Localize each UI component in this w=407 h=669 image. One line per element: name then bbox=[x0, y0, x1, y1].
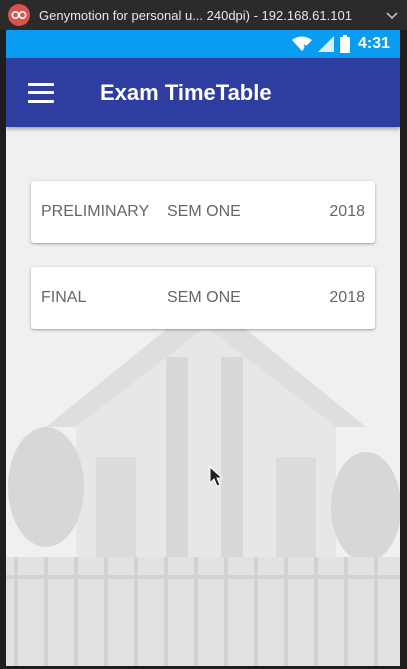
exam-semester: SEM ONE bbox=[167, 289, 241, 306]
chevron-down-icon[interactable] bbox=[383, 8, 401, 23]
exam-card-preliminary[interactable]: PRELIMINARY SEM ONE 2018 bbox=[31, 181, 375, 243]
exam-card-final[interactable]: FINAL SEM ONE 2018 bbox=[31, 267, 375, 329]
status-bar: 4:31 bbox=[6, 30, 400, 58]
status-time: 4:31 bbox=[357, 35, 390, 52]
device-screen: 4:31 Exam TimeTable PRELIMINARY SEM ONE … bbox=[6, 30, 400, 666]
menu-icon[interactable] bbox=[28, 82, 54, 103]
wifi-icon bbox=[291, 36, 312, 52]
exam-year: 2018 bbox=[329, 289, 365, 306]
app-title: Exam TimeTable bbox=[100, 79, 272, 105]
content-area: PRELIMINARY SEM ONE 2018 FINAL SEM ONE 2… bbox=[6, 127, 400, 666]
signal-icon bbox=[317, 36, 334, 52]
exam-year: 2018 bbox=[329, 203, 365, 220]
battery-icon bbox=[339, 35, 350, 53]
exam-type: PRELIMINARY bbox=[41, 203, 150, 220]
emulator-frame-right bbox=[400, 30, 407, 669]
genymotion-logo-icon bbox=[8, 4, 30, 26]
exam-type: FINAL bbox=[41, 289, 87, 306]
exam-semester: SEM ONE bbox=[167, 203, 241, 220]
window-title: Genymotion for personal u... 240dpi) - 1… bbox=[39, 7, 352, 23]
window-titlebar: Genymotion for personal u... 240dpi) - 1… bbox=[0, 0, 407, 30]
mouse-cursor-icon bbox=[209, 466, 223, 487]
app-bar: Exam TimeTable bbox=[6, 58, 400, 127]
